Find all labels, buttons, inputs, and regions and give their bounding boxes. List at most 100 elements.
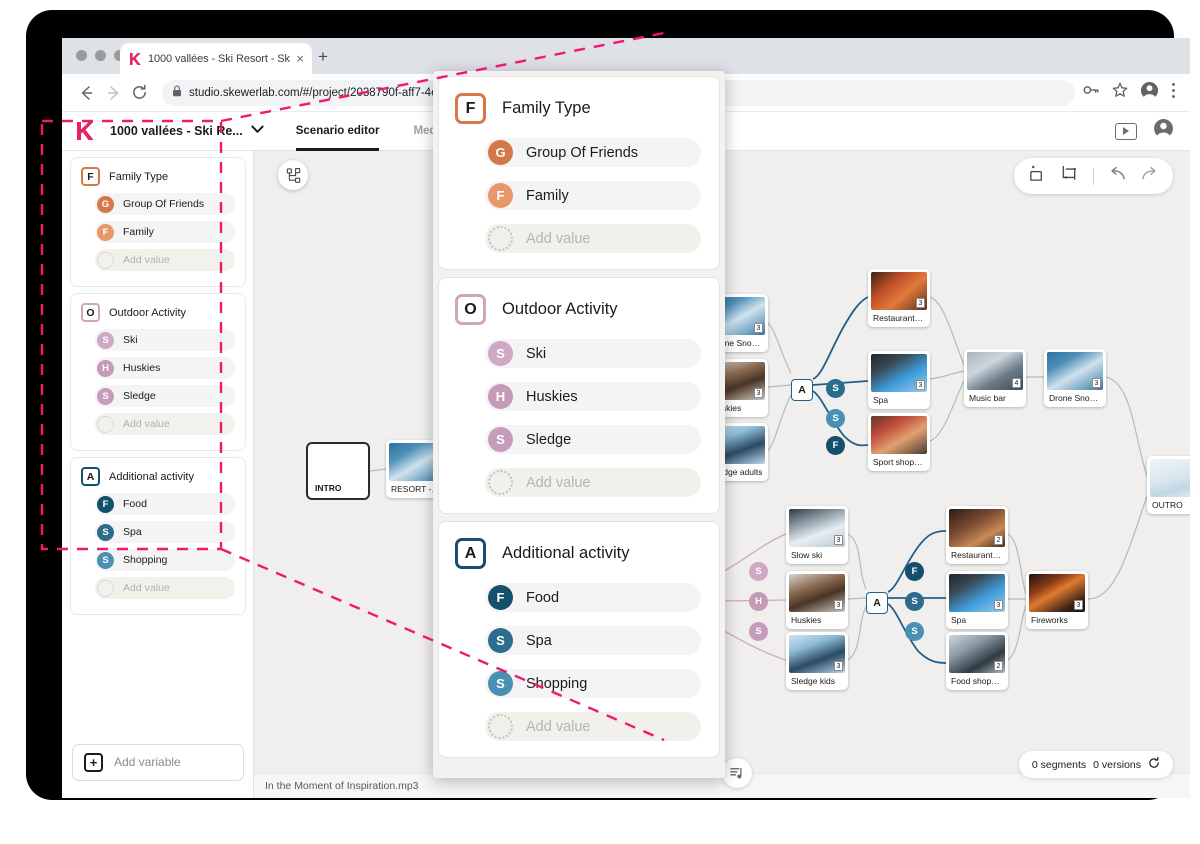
bookmark-star-icon[interactable] [1112, 82, 1128, 103]
magnified-variable-card[interactable]: O Outdoor Activity S Ski H Huskies S Sledge Add … [438, 277, 720, 514]
undo-icon[interactable] [1109, 166, 1126, 187]
graph-edge-chip[interactable]: S [749, 562, 768, 581]
magnified-add-value-row[interactable]: Add value [485, 468, 701, 497]
variable-value-row[interactable]: H Huskies [95, 357, 235, 379]
graph-node[interactable]: 3 Slow ski [786, 506, 848, 564]
browser-toolbar-icons [1083, 81, 1178, 105]
graph-node-badge: 3 [994, 600, 1003, 610]
variable-value-row[interactable]: S Sledge [95, 385, 235, 407]
variable-card[interactable]: A Additional activity F Food S Spa S Shopping Ad… [70, 457, 246, 615]
graph-edge-chip[interactable]: H [749, 592, 768, 611]
graph-node[interactable]: 2 Food shopping [946, 632, 1008, 690]
add-value-row[interactable]: Add value [95, 577, 235, 599]
magnified-value-row[interactable]: F Food [485, 583, 701, 612]
graph-node[interactable]: 3 Drone Snowpark [1044, 349, 1106, 407]
magnified-value-row[interactable]: S Ski [485, 339, 701, 368]
graph-node[interactable]: INTRO [306, 442, 370, 500]
graph-node[interactable]: 2 Restaurant fa... [946, 506, 1008, 564]
graph-node[interactable]: 3 Sledge kids [786, 632, 848, 690]
reload-button[interactable] [126, 80, 152, 106]
graph-node[interactable]: 3 Spa [868, 351, 930, 409]
magnified-variable-header: O Outdoor Activity [455, 294, 701, 325]
graph-node[interactable]: Sport shopping [868, 413, 930, 471]
graph-node[interactable]: 3 Restaurant frie... [868, 269, 930, 327]
graph-node[interactable]: 3 Fireworks [1026, 571, 1088, 629]
graph-node[interactable]: 4 Music bar [964, 349, 1026, 407]
add-value-row[interactable]: Add value [95, 249, 235, 271]
versions-count: 0 versions [1093, 758, 1141, 771]
graph-node-thumbnail: 3 [789, 509, 845, 547]
chevron-down-icon[interactable] [251, 125, 264, 137]
graph-node[interactable]: 3 Huskies [786, 571, 848, 629]
graph-edge-chip[interactable]: S [905, 592, 924, 611]
graph-edge-chip[interactable]: S [749, 622, 768, 641]
magnified-value-row[interactable]: S Sledge [485, 425, 701, 454]
add-value-row[interactable]: Add value [95, 413, 235, 435]
refresh-icon[interactable] [1148, 756, 1160, 772]
add-variable-label: Add variable [114, 755, 181, 769]
magnified-variable-card[interactable]: A Additional activity F Food S Spa S Shopping Ad… [438, 521, 720, 758]
variable-value-row[interactable]: F Food [95, 493, 235, 515]
magnified-add-value-row[interactable]: Add value [485, 712, 701, 741]
browser-tab[interactable]: 1000 vallées - Ski Resort - Ske × [120, 43, 312, 74]
close-window-button[interactable] [76, 50, 87, 61]
graph-node-label: Restaurant fa... [951, 550, 1005, 560]
magnified-value-row[interactable]: F Family [485, 181, 701, 210]
graph-node-label: Slow ski [791, 550, 823, 560]
value-label: Spa [123, 526, 142, 538]
graph-node[interactable]: OUTRO [1147, 456, 1190, 514]
magnified-add-value-circle-icon [488, 470, 513, 495]
forward-button[interactable] [100, 80, 126, 106]
variable-value-row[interactable]: S Ski [95, 329, 235, 351]
add-value-circle-icon [97, 415, 114, 433]
variable-card[interactable]: F Family Type G Group Of Friends F Family Add … [70, 157, 246, 287]
browser-profile-icon[interactable] [1140, 81, 1159, 105]
graph-node-thumbnail [1150, 459, 1190, 497]
graph-edge-chip[interactable]: S [826, 379, 845, 398]
magnified-value-row[interactable]: G Group Of Friends [485, 138, 701, 167]
audio-track-button[interactable] [722, 758, 752, 788]
new-tab-button[interactable]: + [318, 48, 328, 65]
minimize-window-button[interactable] [95, 50, 106, 61]
graph-junction[interactable]: A [791, 379, 813, 401]
magnified-add-value-circle-icon [488, 226, 513, 251]
close-tab-button[interactable]: × [296, 52, 304, 65]
magnified-value-row[interactable]: S Spa [485, 626, 701, 655]
value-initial-dot: H [97, 359, 114, 377]
graph-edge-chip[interactable]: F [905, 562, 924, 581]
magnified-value-row[interactable]: H Huskies [485, 382, 701, 411]
graph-edge-chip[interactable]: S [826, 409, 845, 428]
graph-node-label: INTRO [315, 483, 342, 493]
graph-edge-chip[interactable]: F [826, 436, 845, 455]
crop-icon[interactable] [1061, 165, 1078, 187]
graph-node-badge: 2 [994, 535, 1003, 545]
graph-node[interactable]: 3 Spa [946, 571, 1008, 629]
browser-menu-icon[interactable] [1171, 82, 1176, 104]
graph-node-card: 3 Slow ski [786, 506, 848, 564]
magnified-add-value-row[interactable]: Add value [485, 224, 701, 253]
preview-play-icon[interactable] [1115, 122, 1137, 140]
magnified-variable-card[interactable]: F Family Type G Group Of Friends F Family Add … [438, 76, 720, 270]
account-avatar-icon[interactable] [1153, 118, 1174, 144]
variable-value-row[interactable]: S Shopping [95, 549, 235, 571]
variable-value-row[interactable]: S Spa [95, 521, 235, 543]
variable-value-row[interactable]: G Group Of Friends [95, 193, 235, 215]
variable-value-row[interactable]: F Family [95, 221, 235, 243]
graph-node-card: 3 Sledge kids [786, 632, 848, 690]
graph-junction[interactable]: A [866, 592, 888, 614]
magnified-value-row[interactable]: S Shopping [485, 669, 701, 698]
variable-card[interactable]: O Outdoor Activity S Ski H Huskies S Sledge Add … [70, 293, 246, 451]
back-button[interactable] [74, 80, 100, 106]
add-frame-icon[interactable] [1029, 165, 1046, 187]
magnified-add-value-label: Add value [526, 230, 591, 247]
password-key-icon[interactable] [1083, 83, 1100, 102]
add-value-label: Add value [123, 582, 170, 594]
redo-icon[interactable] [1141, 166, 1158, 187]
add-variable-button[interactable]: + Add variable [72, 743, 244, 781]
skewerlab-logo-icon[interactable] [68, 120, 102, 142]
tree-structure-toggle-button[interactable] [278, 160, 308, 190]
project-name[interactable]: 1000 vallées - Ski Re... [110, 124, 243, 138]
tab-scenario-editor[interactable]: Scenario editor [295, 112, 379, 151]
graph-edge-chip[interactable]: S [905, 622, 924, 641]
magnified-value-label: Ski [526, 345, 547, 362]
